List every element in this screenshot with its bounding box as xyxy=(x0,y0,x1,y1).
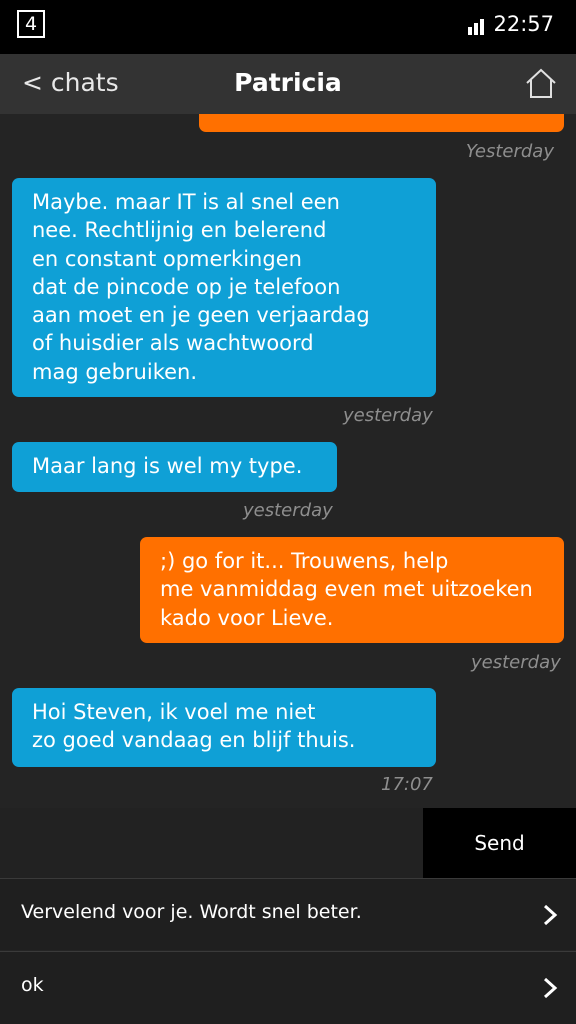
message-input[interactable] xyxy=(0,808,423,878)
message-timestamp: yesterday xyxy=(343,405,433,426)
message-list[interactable]: Yesterday Maybe. maar IT is al snel een … xyxy=(0,114,576,808)
message-bubble-incoming: Maybe. maar IT is al snel een nee. Recht… xyxy=(12,178,436,397)
clock: 22:57 xyxy=(493,12,554,36)
message-timestamp: 17:07 xyxy=(381,774,433,795)
quick-reply-label: Vervelend voor je. Wordt snel beter. xyxy=(21,901,362,923)
chevron-right-icon xyxy=(543,977,558,999)
status-bar: 4 22:57 xyxy=(0,0,576,54)
message-timestamp: yesterday xyxy=(471,652,561,673)
chat-header: < chats Patricia xyxy=(0,54,576,114)
quick-reply-item[interactable]: ok xyxy=(0,951,576,1024)
quick-reply-label: ok xyxy=(21,974,44,996)
composer: Send xyxy=(0,808,576,878)
home-icon[interactable] xyxy=(524,66,558,100)
message-timestamp: yesterday xyxy=(243,500,333,521)
message-bubble-outgoing: ;) go for it... Trouwens, help me vanmid… xyxy=(140,537,564,643)
send-button[interactable]: Send xyxy=(423,808,576,878)
signal-icon xyxy=(468,17,488,35)
notification-badge: 4 xyxy=(17,10,45,38)
quick-reply-item[interactable]: Vervelend voor je. Wordt snel beter. xyxy=(0,878,576,950)
chevron-right-icon xyxy=(543,904,558,926)
message-timestamp: Yesterday xyxy=(465,141,554,162)
message-bubble-outgoing xyxy=(199,114,564,132)
message-bubble-incoming: Hoi Steven, ik voel me niet zo goed vand… xyxy=(12,688,436,767)
contact-name: Patricia xyxy=(234,68,342,97)
message-bubble-incoming: Maar lang is wel my type. xyxy=(12,442,337,492)
